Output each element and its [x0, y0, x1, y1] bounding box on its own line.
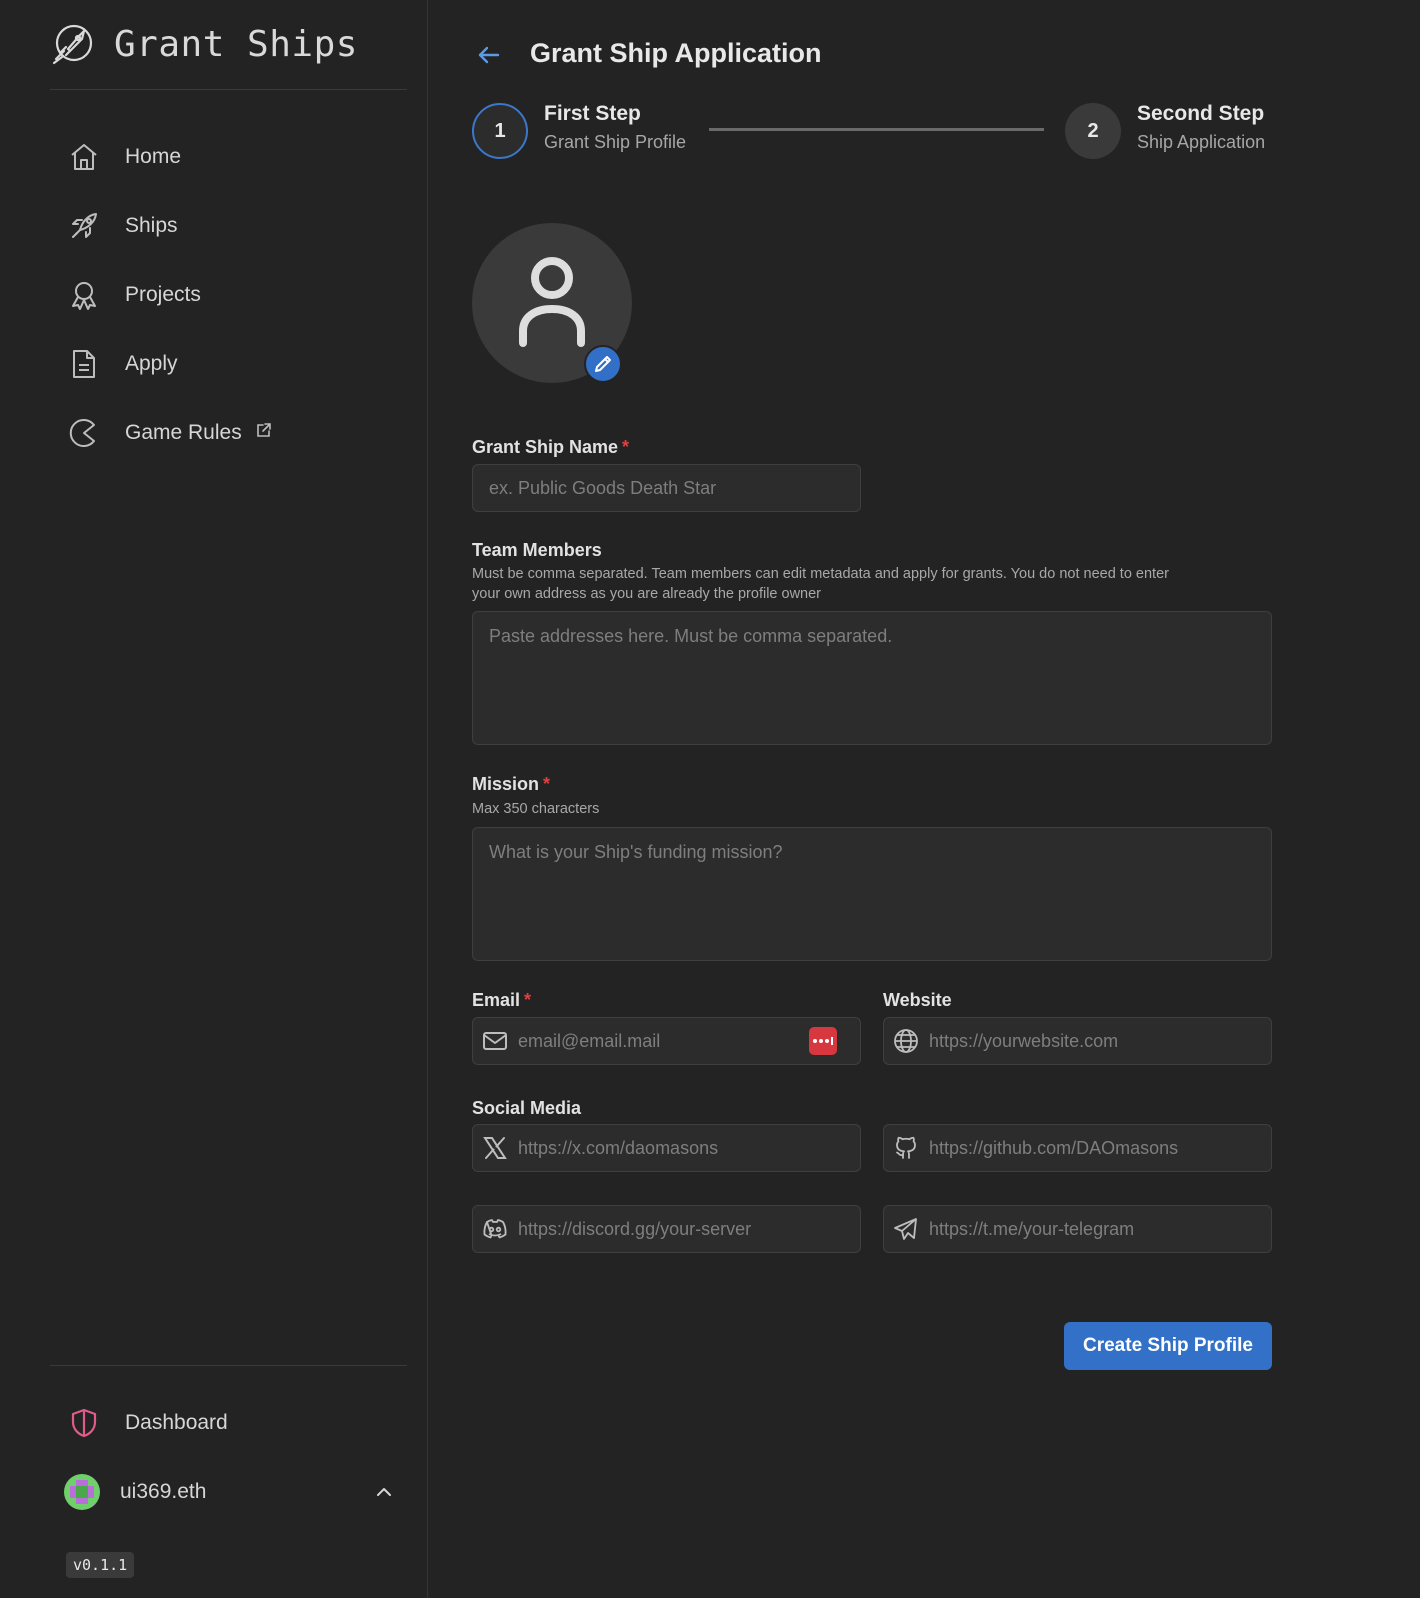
chevron-up-icon[interactable]: [374, 1482, 394, 1502]
sidebar-item-label: Home: [125, 145, 182, 168]
sidebar-item-dashboard[interactable]: Dashboard: [68, 1401, 388, 1445]
shield-icon: [71, 1408, 97, 1438]
sidebar-item-ships[interactable]: Ships: [68, 204, 388, 248]
pacman-icon: [69, 419, 95, 447]
step-2-subtitle: Ship Application: [1137, 132, 1266, 152]
dashboard-label: Dashboard: [125, 1411, 228, 1434]
grant-ship-name-input[interactable]: [472, 464, 861, 512]
x-url-field[interactable]: [472, 1124, 861, 1172]
website-label: Website: [883, 990, 952, 1010]
create-ship-profile-button[interactable]: Create Ship Profile: [1064, 1322, 1272, 1370]
mission-help: Max 350 characters: [472, 801, 600, 817]
email-label: Email *: [472, 990, 532, 1010]
award-icon: [72, 282, 96, 310]
step-2-title: Second Step: [1137, 102, 1265, 125]
page-title: Grant Ship Application: [530, 38, 822, 68]
mission-label: Mission *: [472, 774, 551, 794]
back-arrow-icon[interactable]: [476, 42, 502, 68]
main-content: Grant Ship Application 1 First Step Gran…: [428, 0, 1420, 1598]
telegram-url-field[interactable]: [883, 1205, 1272, 1253]
sidebar-item-home[interactable]: Home: [68, 135, 388, 179]
user-name: ui369.eth: [120, 1480, 207, 1503]
rocket-logo-icon: [52, 24, 93, 65]
password-manager-icon[interactable]: [809, 1027, 837, 1055]
sidebar: Grant Ships Home Ships Projects Apply Ga…: [0, 0, 428, 1598]
external-link-icon: [256, 423, 271, 437]
step-1-indicator: 1: [472, 103, 528, 159]
social-media-label: Social Media: [472, 1098, 582, 1118]
sidebar-item-label: Game Rules: [125, 421, 242, 444]
step-1-subtitle: Grant Ship Profile: [544, 132, 687, 152]
brand[interactable]: Grant Ships: [48, 16, 358, 72]
sidebar-divider-top: [50, 89, 407, 90]
sidebar-item-game-rules[interactable]: Game Rules: [68, 411, 388, 455]
discord-url-field[interactable]: [472, 1205, 861, 1253]
sidebar-item-label: Ships: [125, 214, 178, 237]
pencil-icon: [595, 356, 611, 372]
version-badge: v0.1.1: [66, 1552, 135, 1578]
mission-input[interactable]: [472, 827, 1272, 961]
document-icon: [73, 350, 95, 378]
website-field[interactable]: [883, 1017, 1272, 1065]
step-2-indicator: 2: [1065, 103, 1121, 159]
team-members-help: Must be comma separated. Team members ca…: [472, 566, 1169, 602]
step-connector: [709, 128, 1044, 131]
grant-ship-name-label: Grant Ship Name *: [472, 437, 630, 457]
team-members-label: Team Members: [472, 540, 602, 560]
sidebar-item-label: Projects: [125, 283, 201, 306]
email-field[interactable]: [472, 1017, 861, 1065]
edit-avatar-button[interactable]: [584, 345, 622, 383]
brand-name: Grant Ships: [114, 23, 358, 65]
sidebar-item-apply[interactable]: Apply: [68, 342, 388, 386]
step-1-title: First Step: [544, 102, 641, 125]
team-members-input[interactable]: [472, 611, 1272, 745]
user-icon: [519, 257, 585, 347]
avatar: [64, 1474, 100, 1510]
sidebar-item-projects[interactable]: Projects: [68, 273, 388, 317]
github-url-field[interactable]: [883, 1124, 1272, 1172]
rocket-icon: [72, 213, 97, 238]
sidebar-divider-bottom: [50, 1365, 407, 1366]
sidebar-item-label: Apply: [125, 352, 178, 375]
user-menu[interactable]: ui369.eth: [64, 1470, 394, 1514]
home-icon: [71, 144, 97, 170]
